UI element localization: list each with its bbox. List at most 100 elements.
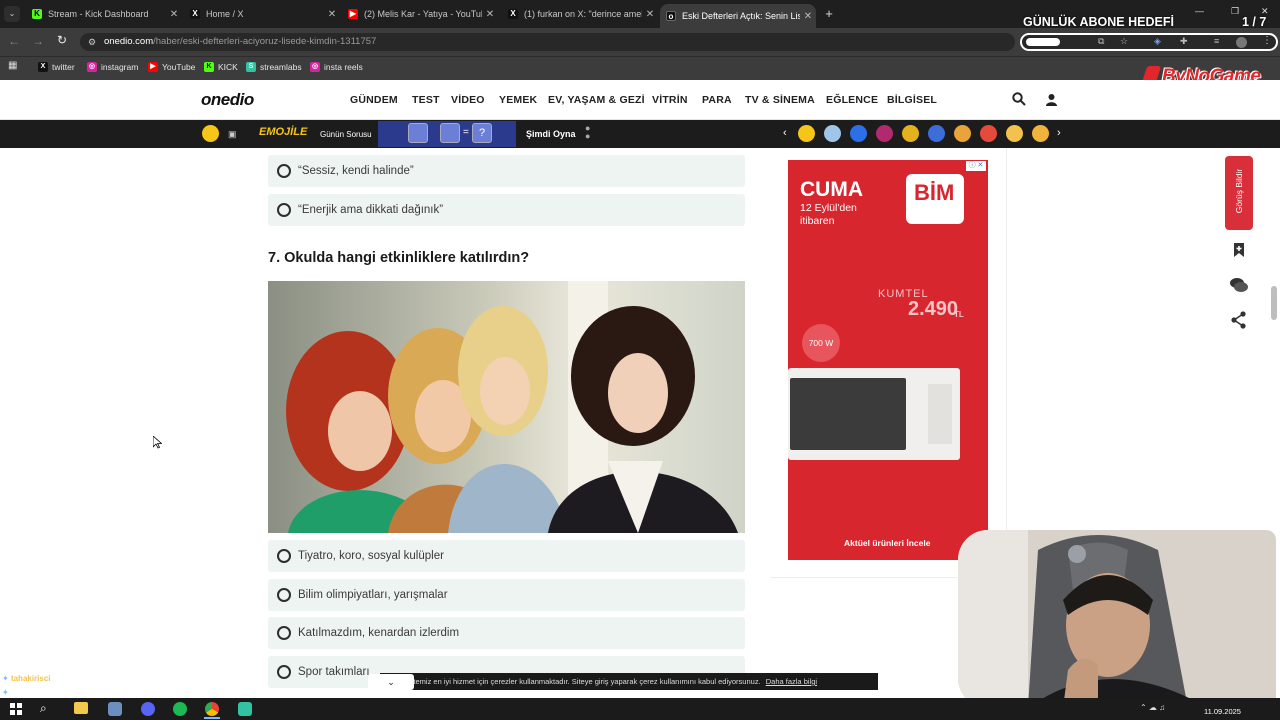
bookmark-add-icon[interactable] bbox=[1229, 240, 1249, 260]
bookmark-insta-reels[interactable]: ◎ insta reels bbox=[310, 60, 363, 74]
bookmark-instagram[interactable]: ◎ instagram bbox=[87, 60, 138, 74]
share-icon[interactable] bbox=[1229, 310, 1249, 330]
emojile-bar bbox=[0, 120, 1280, 148]
windows-start-icon[interactable] bbox=[10, 703, 22, 715]
radio-icon[interactable] bbox=[277, 588, 291, 602]
nav-vitrin[interactable]: VİTRİN bbox=[652, 94, 688, 106]
star-icon[interactable]: ☆ bbox=[1120, 36, 1128, 47]
user-icon[interactable] bbox=[1045, 93, 1058, 106]
tab-x-furkan[interactable]: X (1) furkan on X: "derince amelİy ✕ bbox=[502, 4, 658, 24]
tab-search-button[interactable]: ⌄ bbox=[4, 6, 20, 22]
chevron-left-icon[interactable]: ‹ bbox=[783, 127, 787, 139]
radio-icon[interactable] bbox=[277, 164, 291, 178]
new-tab-button[interactable]: + bbox=[822, 6, 836, 22]
game-icon[interactable] bbox=[1006, 125, 1023, 142]
radio-icon[interactable] bbox=[277, 626, 291, 640]
search-icon[interactable]: ⌕ bbox=[40, 701, 47, 716]
tab-title: Stream - Kick Dashboard bbox=[48, 9, 149, 19]
game-icon[interactable] bbox=[902, 125, 919, 142]
answer-option[interactable]: Bilim olimpiyatları, yarışmalar bbox=[268, 579, 745, 611]
chat-text: ilkisin ozmn bbox=[57, 674, 99, 683]
emojile-brand: EMOJİLE bbox=[259, 126, 308, 138]
puzzle-icon[interactable]: ✚ bbox=[1180, 36, 1188, 47]
game-icon[interactable] bbox=[876, 125, 893, 142]
ad-date: 12 Eylül'den bbox=[800, 202, 857, 214]
nav-video[interactable]: VİDEO bbox=[451, 94, 485, 106]
radio-icon[interactable] bbox=[277, 549, 291, 563]
game-icon[interactable] bbox=[798, 125, 815, 142]
close-icon[interactable]: ✕ bbox=[324, 9, 340, 20]
forward-icon[interactable]: → bbox=[32, 34, 44, 48]
search-icon[interactable] bbox=[1012, 92, 1026, 106]
game-icon[interactable] bbox=[824, 125, 841, 142]
tab-onedio-active[interactable]: o Eski Defterleri Açtık: Senin Lise ✕ bbox=[660, 4, 816, 28]
comments-icon[interactable] bbox=[1229, 275, 1249, 295]
ad-date-2: itibaren bbox=[800, 215, 835, 227]
back-icon[interactable]: ← bbox=[8, 34, 20, 48]
bookmark-twitter[interactable]: Xtwitter bbox=[38, 60, 75, 74]
ad-cta[interactable]: Aktüel ürünleri İncele bbox=[844, 538, 930, 548]
nav-para[interactable]: PARA bbox=[702, 94, 732, 106]
bim-ad[interactable]: ⓘ ✕ CUMA 12 Eylül'den itibaren BİM Kalbi… bbox=[788, 160, 988, 560]
file-explorer-icon[interactable] bbox=[74, 702, 88, 714]
feedback-button[interactable]: Görüş Bildir bbox=[1225, 156, 1253, 230]
bookmark-kick[interactable]: K KICK bbox=[204, 60, 238, 74]
discord-icon[interactable] bbox=[141, 702, 155, 716]
ad-tagline: Kalbimde Benim bbox=[910, 212, 954, 218]
nav-yemek[interactable]: YEMEK bbox=[499, 94, 537, 106]
nav-eglence[interactable]: EĞLENCE bbox=[826, 94, 878, 106]
nav-ev-yasam-gezi[interactable]: EV, YAŞAM & GEZİ bbox=[548, 94, 645, 106]
url-path: /haber/eski-defterleri-aciyoruz-lisede-k… bbox=[153, 36, 377, 47]
close-icon[interactable]: ✕ bbox=[166, 9, 182, 20]
more-dots-icon[interactable]: ● ● bbox=[585, 124, 590, 141]
tab-x-home[interactable]: X Home / X ✕ bbox=[184, 4, 340, 24]
game-icon[interactable] bbox=[980, 125, 997, 142]
onedio-logo[interactable]: onedio bbox=[201, 90, 254, 110]
ad-headline: CUMA bbox=[800, 178, 863, 201]
play-now-button[interactable]: Şimdi Oyna bbox=[526, 129, 576, 139]
spotify-icon[interactable] bbox=[173, 702, 187, 716]
close-icon[interactable]: ✕ bbox=[482, 9, 498, 20]
profile-pill[interactable] bbox=[1026, 38, 1060, 46]
menu-icon[interactable]: ⋮ bbox=[1262, 35, 1272, 46]
install-icon[interactable]: ⧉ bbox=[1098, 36, 1104, 47]
gamepad-icon: ▣ bbox=[228, 129, 237, 139]
avatar[interactable] bbox=[1236, 37, 1247, 48]
close-icon[interactable]: ✕ bbox=[642, 9, 658, 20]
tab-youtube[interactable]: ▶ (2) Melis Kar - Yatıya - YouTube ✕ bbox=[342, 4, 498, 24]
answer-option[interactable]: “Enerjik ama dikkati dağınık” bbox=[268, 194, 745, 226]
reading-list-icon[interactable]: ≡ bbox=[1214, 36, 1219, 46]
windows-taskbar: ⌕ ⌃ ☁ ♫ 11.09.2025 bbox=[0, 698, 1280, 720]
streamlabs-icon[interactable] bbox=[238, 702, 252, 716]
game-icon[interactable] bbox=[1032, 125, 1049, 142]
close-icon[interactable]: ✕ bbox=[800, 11, 816, 22]
tray-icons[interactable]: ⌃ ☁ ♫ bbox=[1140, 703, 1165, 712]
bookmark-streamlabs[interactable]: Sstreamlabs bbox=[246, 60, 302, 74]
site-info-icon[interactable]: ⚙ bbox=[88, 33, 96, 51]
game-icon[interactable] bbox=[928, 125, 945, 142]
radio-icon[interactable] bbox=[277, 203, 291, 217]
apps-grid-icon[interactable]: ▦ bbox=[8, 60, 17, 71]
app-icon[interactable] bbox=[108, 702, 122, 716]
reload-icon[interactable]: ↻ bbox=[57, 33, 67, 47]
game-icon[interactable] bbox=[850, 125, 867, 142]
answer-option[interactable]: “Sessiz, kendi halinde” bbox=[268, 155, 745, 187]
cookie-more-link[interactable]: Daha fazla bilgi bbox=[766, 677, 817, 686]
url-bar[interactable]: ⚙ onedio.com/haber/eski-defterleri-aciyo… bbox=[80, 33, 1015, 51]
page-scrollbar[interactable] bbox=[1271, 286, 1277, 320]
tab-kick-dashboard[interactable]: K Stream - Kick Dashboard ✕ bbox=[26, 4, 182, 24]
nav-bilgisel[interactable]: BİLGİSEL bbox=[887, 94, 937, 106]
ad-info-icon[interactable]: ⓘ ✕ bbox=[966, 161, 986, 171]
chevron-down-icon[interactable]: ⌄ bbox=[368, 674, 414, 690]
emoji-puzzle[interactable]: = ? bbox=[378, 121, 516, 147]
chrome-icon[interactable] bbox=[205, 702, 219, 716]
answer-option[interactable]: Katılmazdım, kenardan izlerdim bbox=[268, 617, 745, 649]
bookmark-youtube[interactable]: ▶ YouTube bbox=[148, 60, 195, 74]
nav-gundem[interactable]: GÜNDEM bbox=[350, 94, 398, 106]
extension-icon[interactable]: ◈ bbox=[1154, 36, 1161, 47]
nav-test[interactable]: TEST bbox=[412, 94, 440, 106]
chevron-right-icon[interactable]: › bbox=[1057, 127, 1061, 139]
nav-tv-sinema[interactable]: TV & SİNEMA bbox=[745, 94, 815, 106]
game-icon[interactable] bbox=[954, 125, 971, 142]
answer-option[interactable]: Tiyatro, koro, sosyal kulüpler bbox=[268, 540, 745, 572]
